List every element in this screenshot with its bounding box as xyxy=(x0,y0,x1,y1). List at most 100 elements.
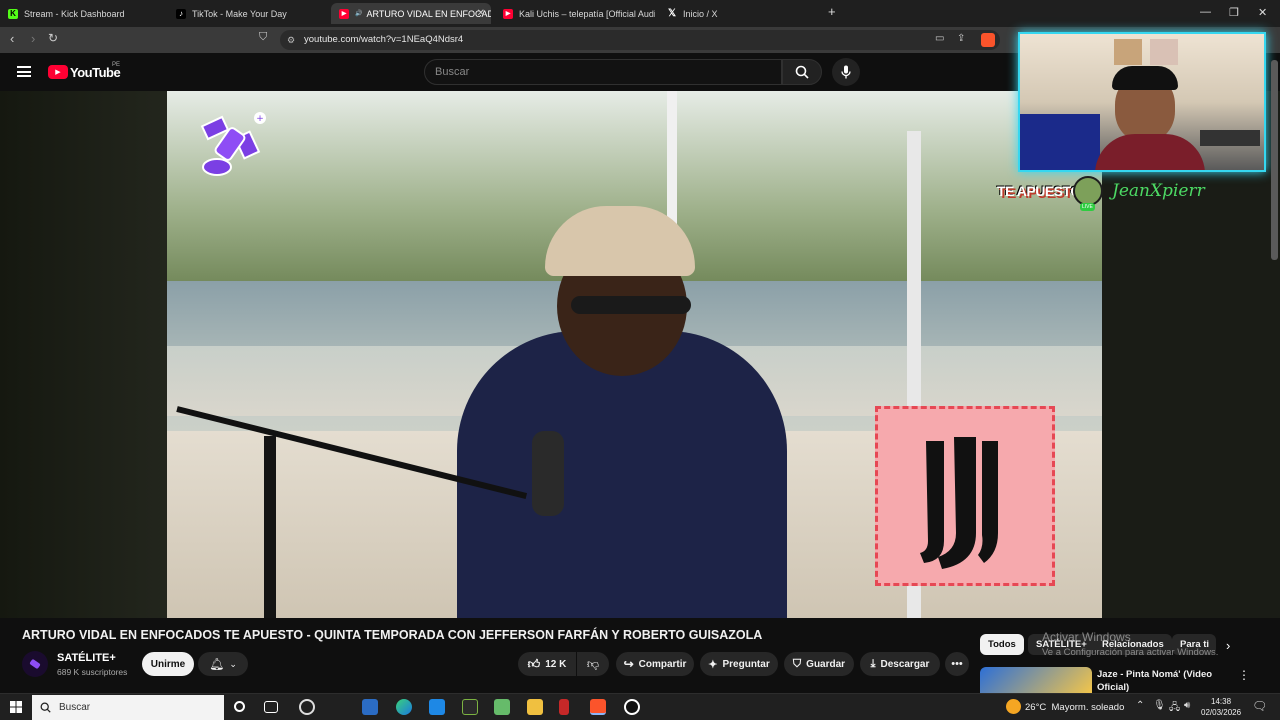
browser-tab-bar: K Stream - Kick Dashboard ♪ TikTok - Mak… xyxy=(0,0,1280,27)
channel-avatar[interactable] xyxy=(22,651,48,677)
juventus-logo-icon xyxy=(920,437,998,569)
share-page-icon[interactable]: ⇪ xyxy=(957,33,965,44)
more-dots-icon: ••• xyxy=(951,658,963,670)
save-label: Guardar xyxy=(806,658,846,670)
chevron-right-icon[interactable]: › xyxy=(1226,638,1230,653)
tab-youtube-active[interactable]: ▶ 🔊 ARTURO VIDAL EN ENFOCAD ✕ xyxy=(331,3,491,24)
file-explorer-icon[interactable] xyxy=(527,699,543,715)
network-icon[interactable]: 🖧︎ xyxy=(1169,700,1180,717)
cast-icon[interactable]: ▭ xyxy=(935,33,944,44)
youtube-icon: ▶ xyxy=(339,8,349,19)
url-field[interactable]: ⚙ youtube.com/watch?v=1NEaQ4Ndsr4 xyxy=(280,30,1000,50)
reload-icon[interactable]: ↻ xyxy=(48,31,58,45)
tray-mic-icon[interactable]: 🎙︎ xyxy=(1153,700,1166,711)
new-tab-button[interactable]: + xyxy=(828,4,836,19)
player-left-margin xyxy=(0,91,167,618)
taskbar-search-box[interactable]: Buscar xyxy=(32,695,224,720)
share-button[interactable]: ↪ Compartir xyxy=(616,652,694,676)
video-title: ARTURO VIDAL EN ENFOCADOS TE APUESTO - Q… xyxy=(22,628,763,642)
menu-icon[interactable] xyxy=(17,66,31,77)
video-person-sunglasses xyxy=(571,296,691,314)
clock-time[interactable]: 14:38 xyxy=(1211,697,1231,706)
tab-label: Stream - Kick Dashboard xyxy=(24,8,125,19)
brave-browser-icon[interactable] xyxy=(590,699,606,715)
obs-icon[interactable] xyxy=(624,699,640,715)
search-button[interactable] xyxy=(782,59,822,85)
satelite-logo-icon: + xyxy=(200,112,266,176)
share-icon: ↪ xyxy=(623,657,634,671)
next-video-menu-icon[interactable]: ⋮ xyxy=(1238,668,1250,682)
back-icon[interactable]: ‹ xyxy=(10,31,14,46)
search-icon xyxy=(40,702,51,713)
tab-tiktok[interactable]: ♪ TikTok - Make Your Day xyxy=(168,3,328,24)
brave-shield-icon[interactable] xyxy=(981,33,995,47)
tab-kick[interactable]: K Stream - Kick Dashboard xyxy=(0,3,160,24)
tab-x[interactable]: 𝕏 Inicio / X xyxy=(659,3,819,24)
search-icon xyxy=(795,65,809,79)
voice-search-button[interactable] xyxy=(832,58,860,86)
clock-date[interactable]: 02/03/2026 xyxy=(1201,708,1241,717)
streamer-name: JeanXpierr xyxy=(1112,181,1205,201)
red-app-icon[interactable] xyxy=(559,699,569,715)
thumbs-down-icon: 👎︎ xyxy=(586,656,600,671)
close-window-icon[interactable]: ✕ xyxy=(1258,6,1267,19)
subscriber-count: 689 K suscriptores xyxy=(57,667,128,677)
video-player[interactable]: + xyxy=(167,91,1102,618)
download-button[interactable]: ⤓ Descargar xyxy=(860,652,940,676)
page-scrollbar[interactable] xyxy=(1271,60,1278,260)
windows-taskbar: Buscar 26°C Mayorm. soleado ⌃ 🎙︎ 🖧︎ 🔊︎ 1… xyxy=(0,693,1280,720)
youtube-icon: ▶ xyxy=(503,8,513,19)
video-microphone xyxy=(532,431,564,516)
chip-todos[interactable]: Todos xyxy=(980,634,1024,655)
bookmark-icon[interactable]: ⛉ xyxy=(259,31,267,44)
notification-icon[interactable]: 🗨︎ xyxy=(1252,699,1267,713)
dislike-button[interactable]: 👎︎ xyxy=(577,652,609,676)
x-icon: 𝕏 xyxy=(667,8,677,19)
webcam-wall-photo xyxy=(1114,39,1142,65)
store-icon[interactable] xyxy=(362,699,378,715)
nvidia-icon[interactable] xyxy=(462,699,478,715)
tab-label: TikTok - Make Your Day xyxy=(192,8,287,19)
youtube-logo-icon[interactable]: ▶ xyxy=(48,65,68,79)
video-mic-stand xyxy=(264,436,276,618)
search-input[interactable]: Buscar xyxy=(424,59,782,85)
speedometer-app-icon[interactable] xyxy=(299,699,315,715)
kick-icon: K xyxy=(8,8,18,19)
weather-text[interactable]: 26°C Mayorm. soleado xyxy=(1025,702,1124,713)
weather-sun-icon xyxy=(1006,699,1021,714)
tab-label: Inicio / X xyxy=(683,8,718,19)
next-video-thumbnail[interactable] xyxy=(980,667,1092,693)
streamer-avatar xyxy=(1073,176,1103,206)
tab-kali-uchis[interactable]: ▶ Kali Uchis – telepatía [Official Audio… xyxy=(495,3,655,24)
chevron-down-icon: ⌄ xyxy=(229,658,237,669)
save-button[interactable]: ⛉ Guardar xyxy=(784,652,854,676)
like-button[interactable]: 👍︎ 12 K xyxy=(518,652,576,676)
join-button[interactable]: Unirme xyxy=(142,652,194,676)
maximize-icon[interactable]: ❐ xyxy=(1229,6,1239,19)
windows-start-icon[interactable] xyxy=(10,701,22,713)
more-actions-button[interactable]: ••• xyxy=(945,652,969,676)
site-info-icon[interactable]: ⚙ xyxy=(287,30,295,50)
channel-name[interactable]: SATÉLITE+ xyxy=(57,652,116,664)
ask-button[interactable]: ✦ Preguntar xyxy=(700,652,778,676)
edge-icon[interactable] xyxy=(396,699,412,715)
next-video-title[interactable]: Jaze - Pinta Nomá' (Video Oficial) xyxy=(1097,668,1227,694)
ask-label: Preguntar xyxy=(722,658,770,670)
region-label: PE xyxy=(112,62,121,68)
tray-chevron-up-icon[interactable]: ⌃ xyxy=(1136,700,1144,711)
minecraft-icon[interactable] xyxy=(494,699,510,715)
download-icon: ⤓ xyxy=(870,657,876,670)
mail-icon[interactable] xyxy=(429,699,445,715)
tab-label: ARTURO VIDAL EN ENFOCAD xyxy=(366,8,491,19)
minimize-icon[interactable]: — xyxy=(1200,6,1211,18)
subscribe-bell-button[interactable]: 🔔︎ ⌄ xyxy=(198,652,248,676)
volume-icon[interactable]: 🔊︎ xyxy=(1184,700,1190,711)
microphone-icon xyxy=(841,65,851,79)
task-view-icon[interactable] xyxy=(264,701,278,713)
forward-icon[interactable]: › xyxy=(31,31,35,46)
tab-label: Kali Uchis – telepatía [Official Audio] xyxy=(519,8,655,19)
cortana-icon[interactable] xyxy=(234,701,245,712)
activation-watermark-title: Activar Windows xyxy=(1042,630,1131,644)
webcam-streamer-shirt xyxy=(1095,134,1205,170)
close-tab-icon[interactable]: ✕ xyxy=(477,8,485,19)
